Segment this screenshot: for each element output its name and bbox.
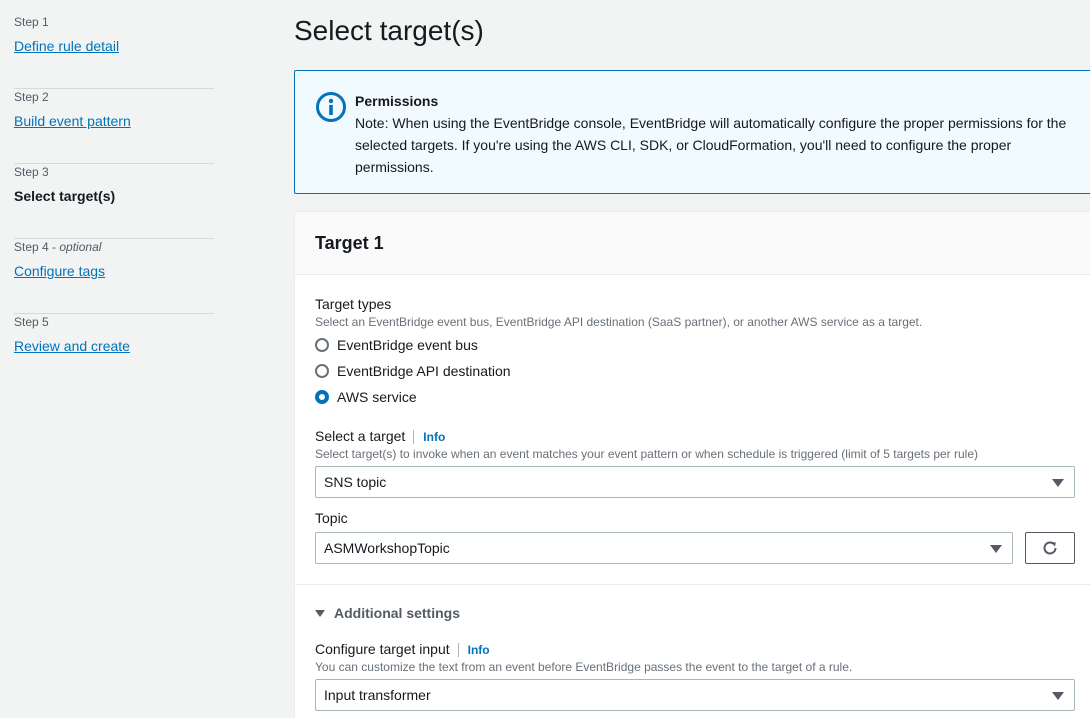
topic-label: Topic <box>315 510 348 526</box>
topic-dropdown[interactable]: ASMWorkshopTopic <box>315 532 1013 564</box>
page-title: Select target(s) <box>294 15 484 46</box>
radio-label: EventBridge event bus <box>337 337 478 353</box>
step-current-select-targets: Select target(s) <box>14 188 116 204</box>
radio-label: EventBridge API destination <box>337 363 511 379</box>
additional-settings-expander[interactable]: Additional settings <box>315 604 460 622</box>
caret-down-icon <box>990 545 1002 553</box>
step-1: Step 1 Define rule detail <box>14 14 214 89</box>
wizard-steps-nav: Step 1 Define rule detail Step 2 Build e… <box>14 14 214 389</box>
step-link-review-and-create[interactable]: Review and create <box>14 337 130 355</box>
alert-text: Note: When using the EventBridge console… <box>355 115 1067 175</box>
configure-input-value: Input transformer <box>324 687 431 703</box>
step-link-configure-tags[interactable]: Configure tags <box>14 262 105 280</box>
select-target-dropdown[interactable]: SNS topic <box>315 466 1075 498</box>
panel-header: Target 1 <box>295 212 1090 275</box>
caret-down-icon <box>1052 692 1064 700</box>
step-4: Step 4 - optional Configure tags <box>14 239 214 314</box>
radio-eventbridge-api-destination[interactable]: EventBridge API destination <box>315 361 511 381</box>
step-number: Step 5 <box>14 315 49 329</box>
alert-title: Permissions <box>355 93 439 109</box>
section-divider <box>295 584 1090 585</box>
step-link-build-event-pattern[interactable]: Build event pattern <box>14 112 131 130</box>
select-target-info-link[interactable]: Info <box>413 430 445 444</box>
info-icon <box>316 92 346 122</box>
refresh-topics-button[interactable] <box>1025 532 1075 564</box>
select-target-value: SNS topic <box>324 474 387 490</box>
radio-label: AWS service <box>337 389 417 405</box>
step-link-define-rule-detail[interactable]: Define rule detail <box>14 37 119 55</box>
refresh-icon <box>1043 541 1057 555</box>
permissions-alert: Permissions Note: When using the EventBr… <box>294 70 1090 194</box>
step-number: Step 4 - optional <box>14 240 102 254</box>
target-types-label: Target types <box>315 296 392 312</box>
topic-value: ASMWorkshopTopic <box>324 540 450 556</box>
configure-input-label-row: Configure target input Info <box>315 640 490 658</box>
target-panel: Target 1 Target types Select an EventBri… <box>294 211 1090 718</box>
step-2: Step 2 Build event pattern <box>14 89 214 164</box>
panel-title: Target 1 <box>315 233 384 253</box>
target-types-description: Select an EventBridge event bus, EventBr… <box>315 315 923 329</box>
step-number-text: Step 4 <box>14 240 49 254</box>
step-number: Step 2 <box>14 90 49 104</box>
radio-eventbridge-event-bus[interactable]: EventBridge event bus <box>315 335 478 355</box>
configure-input-dropdown[interactable]: Input transformer <box>315 679 1075 711</box>
additional-settings-label: Additional settings <box>334 605 460 621</box>
radio-button[interactable] <box>315 364 329 378</box>
step-number: Step 1 <box>14 15 49 29</box>
radio-button-checked[interactable] <box>315 390 329 404</box>
configure-input-label: Configure target input <box>315 641 450 657</box>
select-target-label-row: Select a target Info <box>315 427 445 445</box>
step-5: Step 5 Review and create <box>14 314 214 389</box>
select-target-label: Select a target <box>315 428 406 444</box>
caret-down-icon <box>1052 479 1064 487</box>
caret-down-icon <box>315 609 325 617</box>
radio-button[interactable] <box>315 338 329 352</box>
step-optional-tag: optional <box>59 240 102 254</box>
radio-aws-service[interactable]: AWS service <box>315 387 417 407</box>
step-3: Step 3 Select target(s) <box>14 164 214 239</box>
step-number: Step 3 <box>14 165 49 179</box>
configure-input-info-link[interactable]: Info <box>457 643 490 657</box>
select-target-description: Select target(s) to invoke when an event… <box>315 447 978 461</box>
configure-input-description: You can customize the text from an event… <box>315 660 853 674</box>
